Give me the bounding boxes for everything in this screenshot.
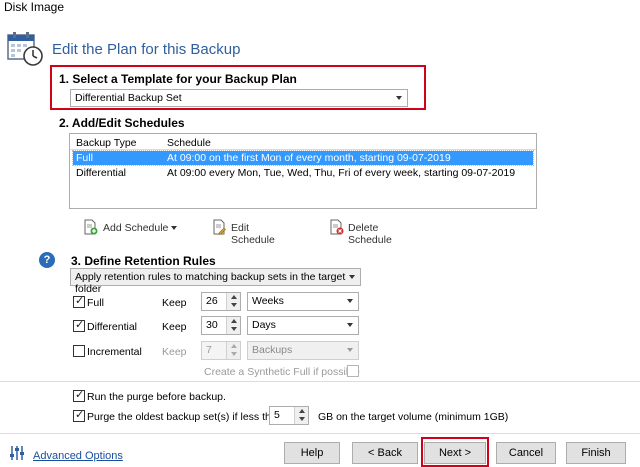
retention-section-heading: 3. Define Retention Rules: [71, 254, 216, 268]
add-schedule-button[interactable]: Add Schedule: [82, 219, 182, 237]
chevron-down-icon: [349, 275, 355, 279]
full-keep-label: Keep: [162, 297, 187, 309]
incremental-keep-label: Keep: [162, 346, 187, 358]
template-select[interactable]: Differential Backup Set: [70, 89, 408, 107]
incremental-unit-select[interactable]: Backups: [247, 341, 359, 360]
chevron-down-icon[interactable]: [171, 226, 177, 230]
run-purge-checkbox[interactable]: ✓: [73, 389, 85, 402]
chevron-down-icon: [347, 348, 353, 352]
delete-schedule-button[interactable]: Delete Schedule: [328, 219, 420, 246]
differential-checkbox[interactable]: ✓: [73, 319, 85, 332]
differential-label: Differential: [87, 321, 137, 333]
differential-unit-value: Days: [252, 319, 276, 331]
incremental-keep-stepper[interactable]: 7: [201, 341, 241, 360]
differential-unit-select[interactable]: Days: [247, 316, 359, 335]
incremental-label: Incremental: [87, 346, 142, 358]
page-title: Edit the Plan for this Backup: [52, 41, 241, 58]
chevron-down-icon: [347, 323, 353, 327]
divider: [0, 381, 640, 382]
help-button[interactable]: Help: [284, 442, 340, 464]
full-unit-value: Weeks: [252, 295, 284, 307]
table-row[interactable]: Full At 09:00 on the first Mon of every …: [72, 150, 534, 166]
differential-keep-stepper[interactable]: 30: [201, 316, 241, 335]
checkmark-icon: ✓: [75, 409, 85, 421]
full-unit-select[interactable]: Weeks: [247, 292, 359, 311]
next-button[interactable]: Next >: [424, 442, 486, 464]
purge-size-suffix: GB on the target volume (minimum 1GB): [318, 411, 509, 423]
checkmark-icon: ✓: [75, 319, 85, 331]
incremental-keep-value: 7: [206, 344, 212, 356]
table-row[interactable]: Differential At 09:00 every Mon, Tue, We…: [73, 166, 533, 180]
purge-size-stepper[interactable]: 5: [269, 406, 309, 425]
row-type: Full: [76, 152, 93, 164]
back-button[interactable]: < Back: [352, 442, 418, 464]
divider: [0, 433, 640, 434]
spin-down-icon[interactable]: [226, 350, 240, 359]
table-header: Backup Type Schedule: [70, 134, 536, 150]
spin-down-icon[interactable]: [294, 415, 308, 424]
incremental-checkbox[interactable]: [73, 345, 85, 357]
edit-schedule-button[interactable]: Edit Schedule: [211, 219, 291, 246]
synthetic-full-label: Create a Synthetic Full if possible: [204, 366, 360, 378]
row-schedule: At 09:00 on the first Mon of every month…: [167, 152, 451, 164]
spin-down-icon[interactable]: [226, 301, 240, 310]
advanced-options-link[interactable]: Advanced Options: [33, 450, 123, 462]
checkmark-icon: ✓: [75, 295, 85, 307]
full-label: Full: [87, 297, 104, 309]
edit-document-icon: [211, 219, 227, 235]
purge-oldest-checkbox[interactable]: ✓: [73, 409, 85, 422]
edit-schedule-label: Edit Schedule: [231, 222, 275, 246]
full-checkbox[interactable]: ✓: [73, 295, 85, 308]
sliders-icon: [8, 444, 26, 462]
schedules-table[interactable]: Backup Type Schedule Full At 09:00 on th…: [69, 133, 537, 209]
add-schedule-label: Add Schedule: [103, 222, 169, 234]
full-keep-stepper[interactable]: 26: [201, 292, 241, 311]
differential-keep-value: 30: [206, 319, 218, 331]
row-schedule: At 09:00 every Mon, Tue, Wed, Thu, Fri o…: [167, 167, 516, 179]
template-section-heading: 1. Select a Template for your Backup Pla…: [59, 72, 297, 86]
run-purge-label: Run the purge before backup.: [87, 391, 226, 403]
purge-oldest-label: Purge the oldest backup set(s) if less t…: [87, 411, 283, 423]
cancel-button[interactable]: Cancel: [496, 442, 556, 464]
window-title: Disk Image: [4, 0, 65, 14]
row-type: Differential: [76, 167, 126, 179]
chevron-down-icon: [396, 96, 402, 100]
finish-button[interactable]: Finish: [566, 442, 626, 464]
column-header-backup-type[interactable]: Backup Type: [76, 137, 137, 149]
checkmark-icon: ✓: [75, 389, 85, 401]
differential-keep-label: Keep: [162, 321, 187, 333]
calendar-clock-icon: [6, 30, 44, 68]
column-header-schedule[interactable]: Schedule: [167, 137, 211, 149]
help-icon[interactable]: ?: [39, 252, 55, 268]
purge-size-value: 5: [274, 409, 280, 421]
add-document-icon: [82, 219, 98, 235]
incremental-unit-value: Backups: [252, 344, 293, 356]
chevron-down-icon: [347, 299, 353, 303]
synthetic-full-checkbox[interactable]: [347, 365, 359, 377]
delete-document-icon: [328, 219, 344, 235]
schedules-section-heading: 2. Add/Edit Schedules: [59, 116, 185, 130]
delete-schedule-label: Delete Schedule: [348, 222, 392, 246]
template-select-value: Differential Backup Set: [75, 92, 182, 104]
spin-down-icon[interactable]: [226, 325, 240, 334]
full-keep-value: 26: [206, 295, 218, 307]
retention-mode-select[interactable]: Apply retention rules to matching backup…: [70, 268, 361, 295]
